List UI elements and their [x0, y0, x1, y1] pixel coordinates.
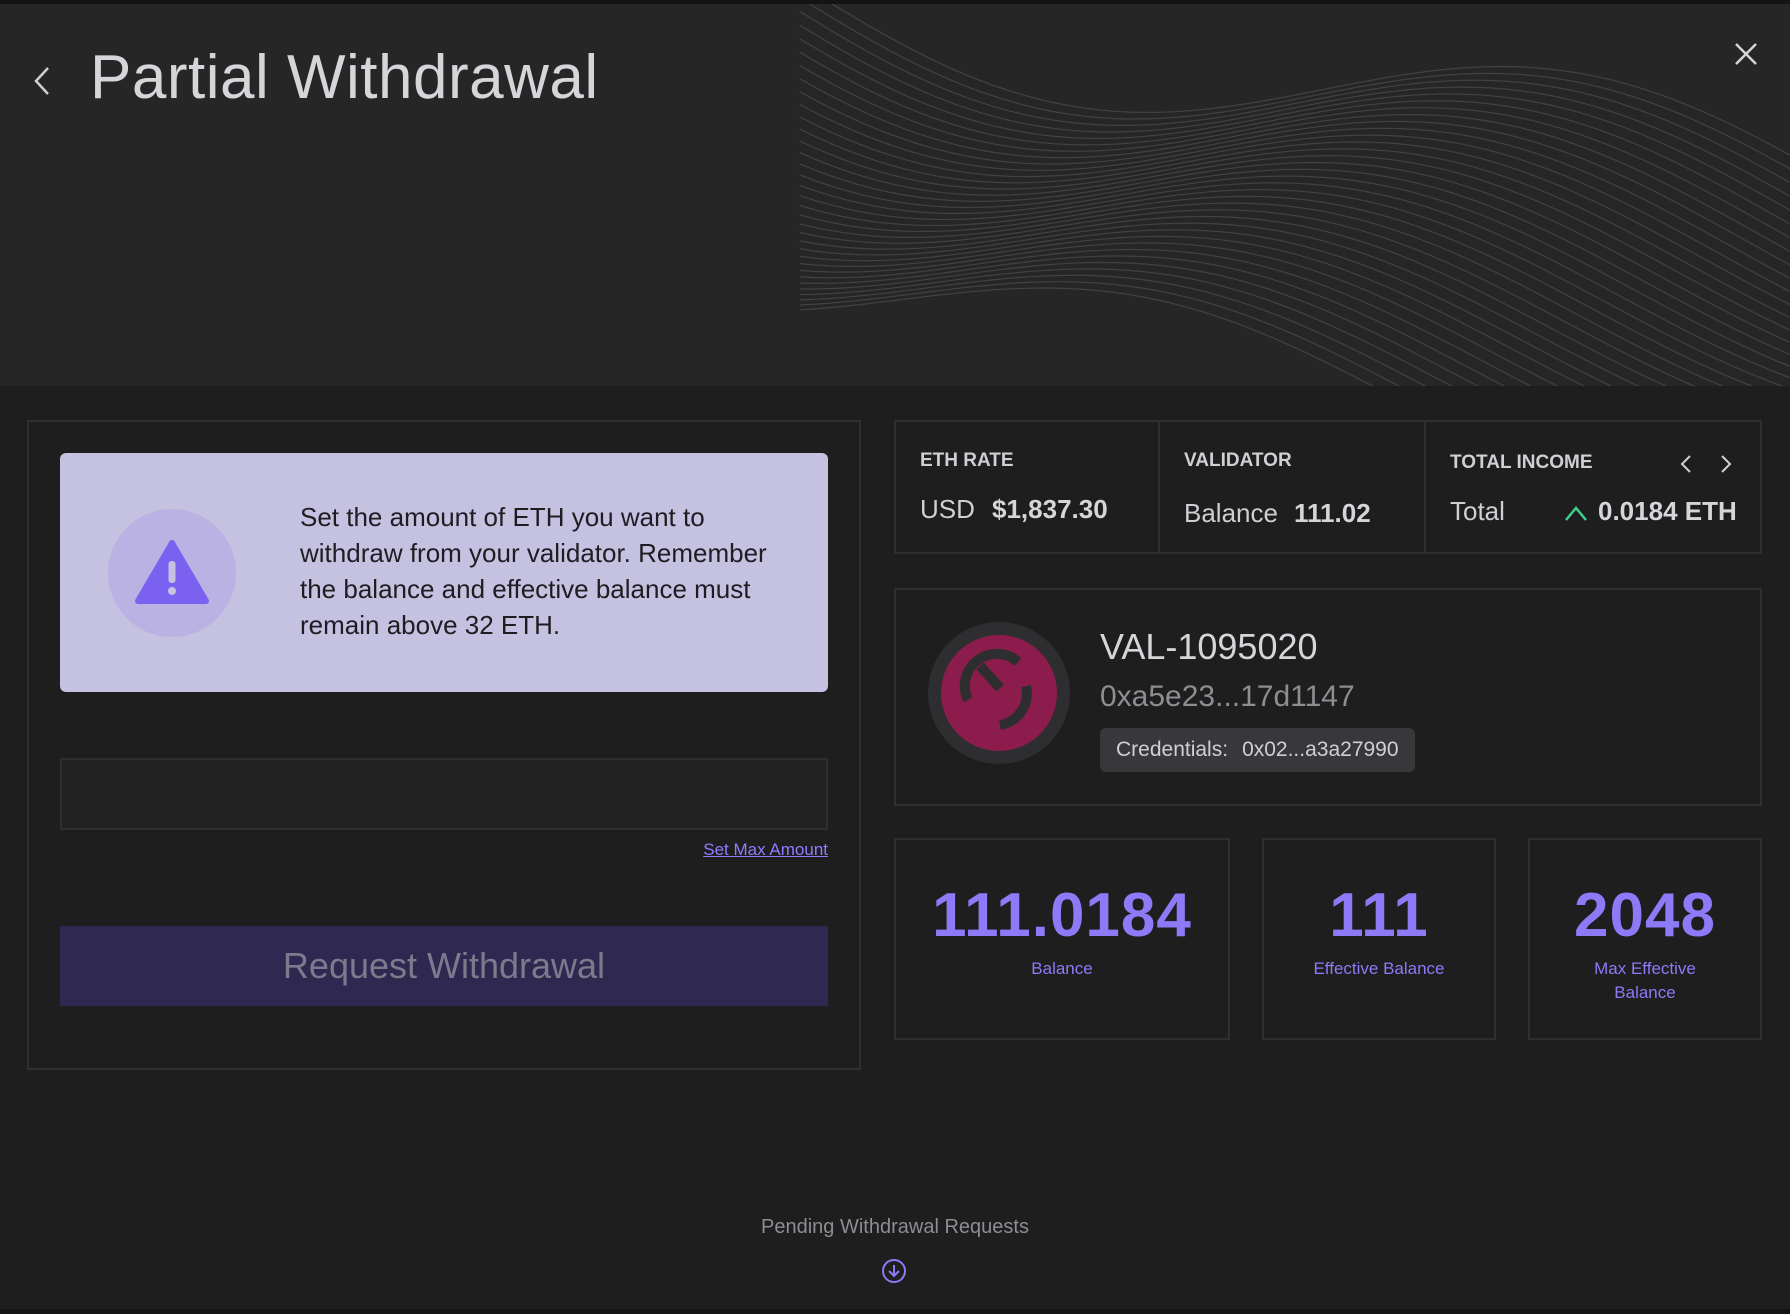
modal-header: Partial Withdrawal	[0, 4, 1790, 386]
metric-max-effective-balance-value: 2048	[1574, 881, 1716, 950]
total-income-label: TOTAL INCOME	[1450, 452, 1593, 473]
total-income-sub: Total	[1450, 496, 1505, 526]
validator-address: 0xa5e23...17d1147	[1100, 680, 1355, 713]
validator-card: VAL-1095020 0xa5e23...17d1147 Credential…	[894, 588, 1762, 806]
warning-badge	[108, 509, 236, 637]
pending-withdrawals-heading: Pending Withdrawal Requests	[761, 1216, 1029, 1238]
metric-effective-balance: 111 Effective Balance	[1262, 838, 1496, 1040]
set-max-amount-link[interactable]: Set Max Amount	[703, 840, 828, 860]
validator-label: VALIDATOR	[1184, 450, 1292, 471]
chevron-right-icon[interactable]	[1716, 452, 1736, 476]
back-arrow-icon[interactable]	[30, 64, 56, 98]
eth-rate-value: $1,837.30	[992, 494, 1108, 524]
metric-max-effective-balance-label: Max Effective Balance	[1594, 959, 1696, 1002]
close-icon[interactable]	[1730, 38, 1762, 70]
eth-rate-label: ETH RATE	[920, 450, 1014, 471]
total-income-value: 0.0184 ETH	[1598, 496, 1737, 526]
withdrawal-modal: Partial Withdrawal Set the amount of ETH…	[0, 0, 1790, 1314]
credentials-label: Credentials:	[1116, 738, 1229, 761]
arrow-down-circle-icon[interactable]	[881, 1258, 907, 1284]
trend-up-icon	[1565, 506, 1587, 521]
withdrawal-form-panel: Set the amount of ETH you want to withdr…	[27, 420, 861, 1070]
eth-rate-stat: ETH RATE USD $1,837.30	[896, 422, 1160, 552]
request-withdrawal-button[interactable]: Request Withdrawal	[60, 926, 828, 1006]
amount-input[interactable]	[60, 758, 828, 830]
income-pager	[1676, 452, 1736, 476]
warning-triangle-icon	[135, 540, 209, 604]
metric-balance-label: Balance	[1031, 959, 1093, 978]
metric-effective-balance-label: Effective Balance	[1313, 959, 1445, 978]
validator-balance-label: Balance	[1184, 498, 1278, 528]
info-notice: Set the amount of ETH you want to withdr…	[60, 453, 828, 692]
eth-rate-currency: USD	[920, 494, 975, 524]
credentials-value: 0x02...a3a27990	[1242, 738, 1399, 761]
validator-avatar	[928, 622, 1070, 764]
validator-name: VAL-1095020	[1100, 626, 1318, 667]
page-title: Partial Withdrawal	[90, 43, 599, 112]
stats-row: ETH RATE USD $1,837.30 VALIDATOR Balance…	[894, 420, 1762, 554]
total-income-stat: TOTAL INCOME Total 0.0184 ETH	[1426, 422, 1760, 552]
metric-balance-value: 111.0184	[932, 881, 1192, 950]
metric-balance: 111.0184 Balance	[894, 838, 1230, 1040]
info-message: Set the amount of ETH you want to withdr…	[300, 502, 767, 640]
metric-effective-balance-value: 111	[1329, 881, 1429, 950]
metric-max-effective-balance: 2048 Max Effective Balance	[1528, 838, 1762, 1040]
chevron-left-icon[interactable]	[1676, 452, 1696, 476]
credentials-badge: Credentials: 0x02...a3a27990	[1100, 728, 1415, 772]
bottom-divider	[0, 1309, 1790, 1314]
validator-balance-value: 111.02	[1294, 498, 1371, 528]
validator-stat: VALIDATOR Balance 111.02	[1160, 422, 1426, 552]
